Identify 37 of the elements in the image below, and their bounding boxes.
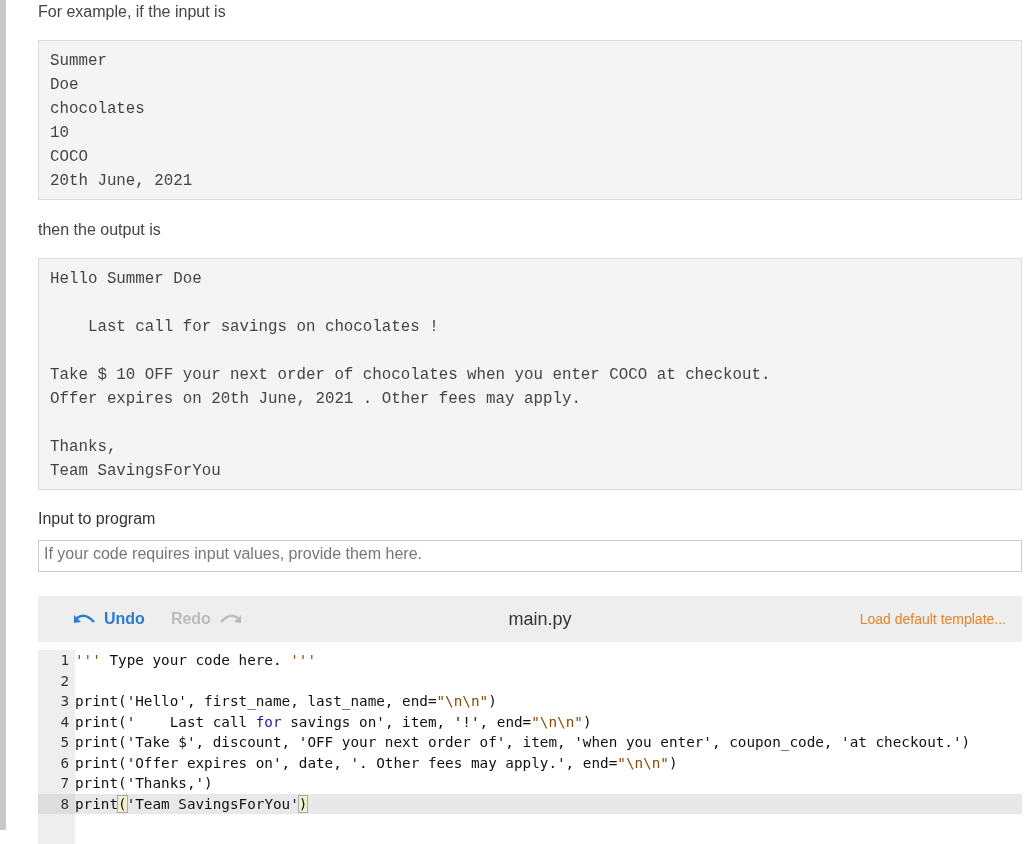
input-label: Input to program — [38, 510, 157, 528]
line-number: 8 — [38, 793, 75, 814]
line-number: 4 — [38, 711, 75, 732]
undo-button[interactable]: Undo — [74, 610, 145, 628]
line-number: 6 — [38, 752, 75, 773]
output-intro-text: then the output is — [38, 220, 162, 240]
example-input-line: chocolates — [50, 100, 145, 118]
example-output-line: Take $ 10 OFF your next order of chocolates when you enter COCO at checkout. — [50, 366, 771, 384]
example-input-line: 20th June, 2021 — [50, 172, 193, 190]
example-input-line: COCO — [50, 148, 88, 166]
code-line: ''' Type your code here. ''' — [75, 651, 317, 670]
load-template-link[interactable]: Load default template... — [859, 611, 1006, 627]
code-line: print('Thanks,') — [75, 774, 213, 793]
code-line: print(' Last call for savings on', item, '!', end="\n\n") — [75, 712, 592, 732]
code-line: print('Offer expires on', date, '. Other fees may apply.', end="\n\n") — [75, 753, 678, 773]
intro-text: For example, if the input is — [38, 2, 227, 22]
file-name: main.py — [508, 608, 572, 630]
input-field[interactable]: If your code requires input values, provide them here. — [38, 540, 1022, 572]
example-input-line: 10 — [50, 124, 69, 142]
example-input-line: Doe — [50, 76, 79, 94]
redo-icon — [218, 613, 241, 625]
line-number: 1 — [38, 650, 75, 671]
line-number: 7 — [38, 773, 75, 794]
code-line: print('Take $', discount, 'OFF your next order of', item, 'when you enter', coupon_code, 'at checkout.') — [75, 733, 971, 753]
undo-icon — [74, 613, 96, 625]
example-output-line: Hello Summer Doe — [50, 270, 202, 288]
example-output-line: Team SavingsForYou — [50, 462, 221, 480]
example-input-line: Summer — [50, 52, 107, 70]
code-line: print('Team SavingsForYou') — [75, 794, 308, 814]
code-line: print('Hello', first_name, last_name, end="\n\n") — [75, 692, 497, 712]
line-number-gutter — [38, 814, 75, 844]
example-output-line: Thanks, — [50, 438, 117, 456]
line-number: 2 — [38, 670, 75, 691]
example-output-line: Offer expires on 20th June, 2021 . Other fees may apply. — [50, 390, 581, 408]
line-number: 3 — [38, 691, 75, 712]
example-output-line: Last call for savings on chocolates ! — [86, 318, 439, 336]
line-number: 5 — [38, 732, 75, 753]
